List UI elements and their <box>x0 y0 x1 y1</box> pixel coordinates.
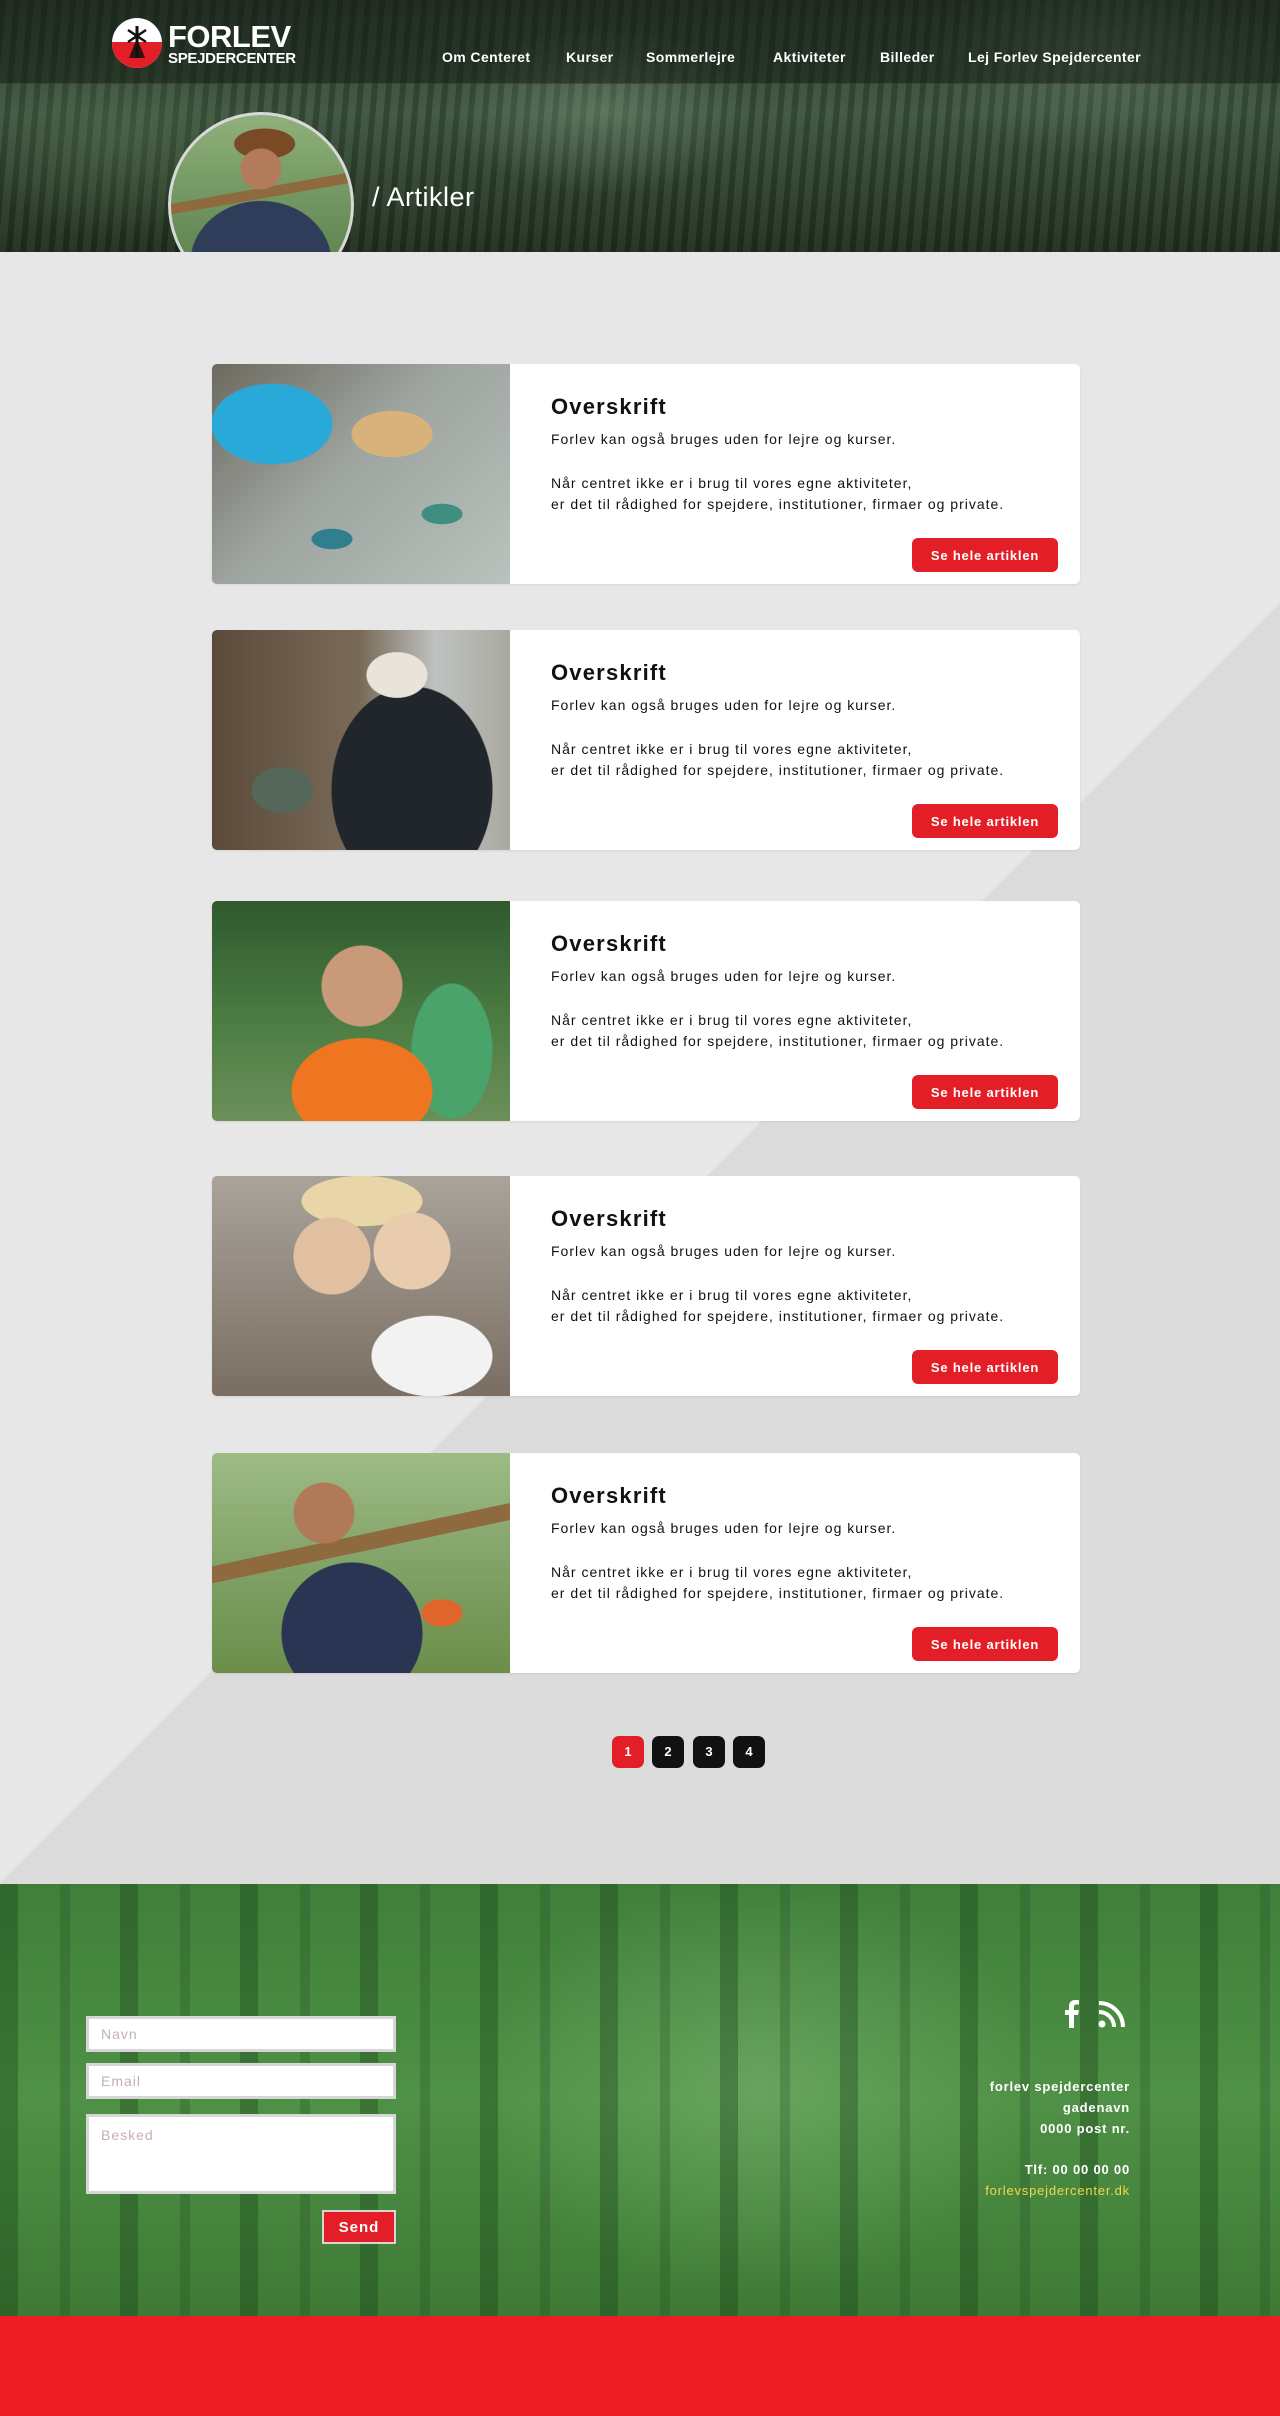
article-intro: Forlev kan også bruges uden for lejre og… <box>551 697 897 713</box>
page-button-1[interactable]: 1 <box>612 1736 644 1768</box>
postal-code: 0000 post nr. <box>1040 2121 1130 2136</box>
logo-text-forlev: FORLEV <box>168 18 291 54</box>
page-button-3[interactable]: 3 <box>693 1736 725 1768</box>
article-body: Når centret ikke er i brug til vores egn… <box>551 475 1005 512</box>
article-heading: Overskrift <box>551 1206 667 1231</box>
read-article-button[interactable]: Se hele artiklen <box>912 538 1058 572</box>
page-title: / Artikler <box>372 182 475 212</box>
nav-item-sommerlejre[interactable]: Sommerlejre <box>646 49 735 65</box>
site-footer: Send forlev spejdercenter gadenavn 0000 … <box>0 1884 1280 2316</box>
logo-text-spejdercenter: SPEJDERCENTER <box>168 49 296 67</box>
article-card: Overskrift Forlev kan også bruges uden f… <box>212 364 1080 584</box>
article-intro: Forlev kan også bruges uden for lejre og… <box>551 431 897 447</box>
articles-section: Overskrift Forlev kan også bruges uden f… <box>0 252 1280 1884</box>
article-body: Når centret ikke er i brug til vores egn… <box>551 1287 1005 1324</box>
page-button-4[interactable]: 4 <box>733 1736 765 1768</box>
article-intro: Forlev kan også bruges uden for lejre og… <box>551 968 897 984</box>
article-image[interactable] <box>212 630 510 850</box>
send-button[interactable]: Send <box>322 2210 396 2244</box>
read-article-button[interactable]: Se hele artiklen <box>912 1350 1058 1384</box>
article-body: Når centret ikke er i brug til vores egn… <box>551 1012 1005 1049</box>
nav-item-om-centeret[interactable]: Om Centeret <box>442 49 530 65</box>
article-intro: Forlev kan også bruges uden for lejre og… <box>551 1520 897 1536</box>
website-link[interactable]: forlevspejdercenter.dk <box>985 2180 1130 2201</box>
nav-item-aktiviteter[interactable]: Aktiviteter <box>773 49 846 65</box>
site-logo[interactable]: FORLEV SPEJDERCENTER <box>112 18 296 68</box>
article-heading: Overskrift <box>551 931 667 956</box>
read-article-button[interactable]: Se hele artiklen <box>912 804 1058 838</box>
nav-item-lej-forlev[interactable]: Lej Forlev Spejdercenter <box>968 49 1141 65</box>
read-article-button[interactable]: Se hele artiklen <box>912 1075 1058 1109</box>
contact-info: forlev spejdercenter gadenavn 0000 post … <box>985 2076 1130 2201</box>
rss-icon[interactable] <box>1098 2000 1126 2028</box>
article-body: Når centret ikke er i brug til vores egn… <box>551 741 1005 778</box>
read-article-button[interactable]: Se hele artiklen <box>912 1627 1058 1661</box>
article-image[interactable] <box>212 364 510 584</box>
article-card: Overskrift Forlev kan også bruges uden f… <box>212 630 1080 850</box>
article-heading: Overskrift <box>551 660 667 685</box>
logo-emblem-icon <box>112 18 162 68</box>
phone-number: Tlf: 00 00 00 00 <box>1024 2162 1130 2177</box>
top-navigation-bar: FORLEV SPEJDERCENTER Om Centeret Kurser … <box>0 0 1280 84</box>
facebook-icon[interactable] <box>1064 2000 1080 2028</box>
name-field[interactable] <box>86 2016 396 2052</box>
nav-item-billeder[interactable]: Billeder <box>880 49 935 65</box>
bottom-red-bar <box>0 2316 1280 2416</box>
article-card: Overskrift Forlev kan også bruges uden f… <box>212 901 1080 1121</box>
message-field[interactable] <box>86 2114 396 2194</box>
org-name: forlev spejdercenter <box>989 2079 1130 2094</box>
article-image[interactable] <box>212 1453 510 1673</box>
nav-item-kurser[interactable]: Kurser <box>566 49 614 65</box>
hero-banner: FORLEV SPEJDERCENTER Om Centeret Kurser … <box>0 0 1280 298</box>
article-card: Overskrift Forlev kan også bruges uden f… <box>212 1453 1080 1673</box>
email-field[interactable] <box>86 2063 396 2099</box>
article-image[interactable] <box>212 901 510 1121</box>
article-card: Overskrift Forlev kan også bruges uden f… <box>212 1176 1080 1396</box>
article-body: Når centret ikke er i brug til vores egn… <box>551 1564 1005 1601</box>
page-button-2[interactable]: 2 <box>652 1736 684 1768</box>
article-heading: Overskrift <box>551 394 667 419</box>
article-intro: Forlev kan også bruges uden for lejre og… <box>551 1243 897 1259</box>
street-address: gadenavn <box>1062 2100 1130 2115</box>
article-image[interactable] <box>212 1176 510 1396</box>
article-heading: Overskrift <box>551 1483 667 1508</box>
